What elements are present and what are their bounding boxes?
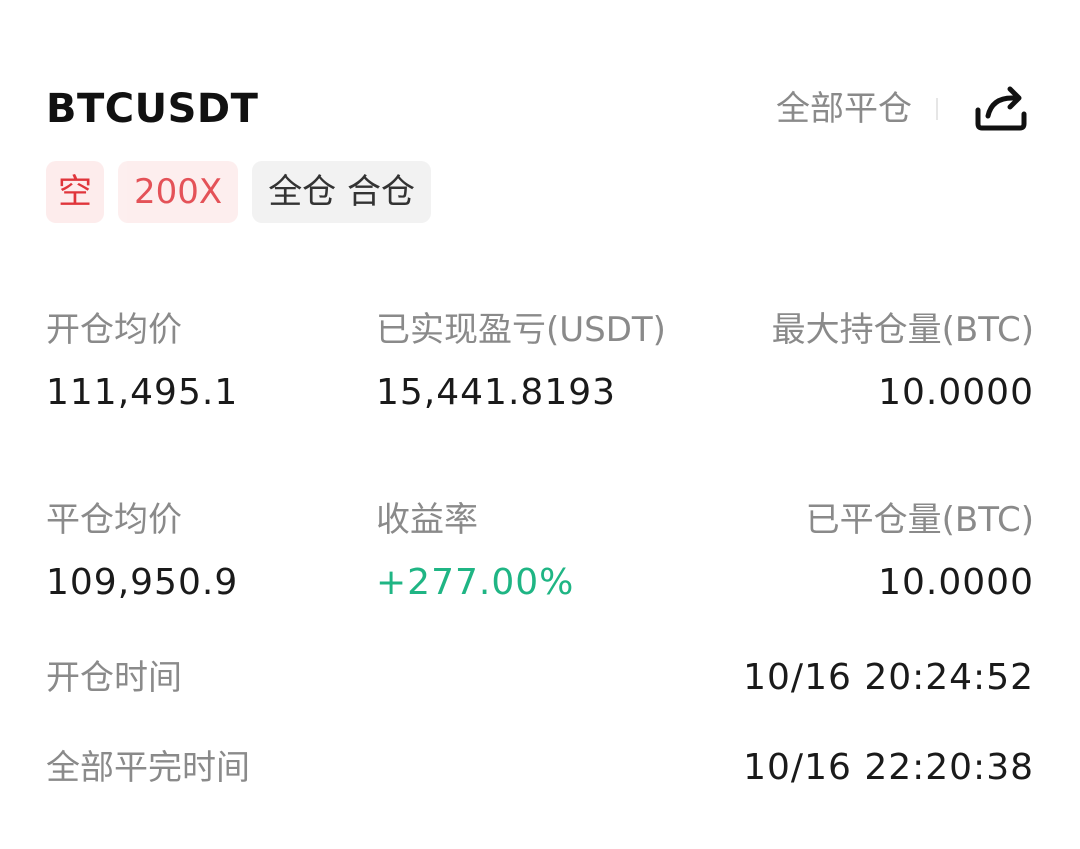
max-position-value: 10.0000: [878, 372, 1034, 413]
close-time-value: 10/16 22:20:38: [743, 747, 1034, 788]
close-all-button[interactable]: 全部平仓: [776, 84, 912, 134]
max-position-cell: 最大持仓量(BTC) 10.0000: [772, 300, 1034, 426]
realized-pnl-value: 15,441.8193: [376, 372, 617, 413]
realized-pnl-label: 已实现盈亏(USDT): [376, 310, 666, 350]
open-time-label: 开仓时间: [46, 658, 182, 698]
roi-value: +277.00%: [376, 562, 575, 603]
header-divider: [936, 98, 938, 120]
open-avg-price-value: 111,495.1: [46, 372, 239, 413]
margin-mode-badge: 全仓 合仓: [252, 161, 431, 223]
close-avg-price-cell: 平仓均价 109,950.9: [46, 490, 238, 616]
open-time-value: 10/16 20:24:52: [743, 657, 1034, 698]
stats-row-2: 平仓均价 109,950.9 收益率 +277.00% 已平仓量(BTC) 10…: [46, 490, 1034, 620]
closed-qty-label: 已平仓量(BTC): [805, 500, 1034, 540]
closed-qty-cell: 已平仓量(BTC) 10.0000: [806, 490, 1034, 616]
roi-label: 收益率: [376, 500, 478, 540]
side-badge: 空: [46, 161, 104, 223]
position-header: BTCUSDT 全部平仓: [46, 84, 1030, 134]
max-position-label: 最大持仓量(BTC): [771, 310, 1034, 350]
stats-row-1: 开仓均价 111,495.1 已实现盈亏(USDT) 15,441.8193 最…: [46, 300, 1034, 430]
closed-qty-value: 10.0000: [878, 562, 1034, 603]
close-avg-price-label: 平仓均价: [46, 500, 182, 540]
position-tags: 空 200X 全仓 合仓: [46, 160, 431, 224]
close-time-label: 全部平完时间: [46, 748, 250, 788]
close-time-row: 全部平完时间 10/16 22:20:38: [46, 738, 1034, 798]
open-avg-price-label: 开仓均价: [46, 310, 182, 350]
open-time-row: 开仓时间 10/16 20:24:52: [46, 648, 1034, 708]
share-icon[interactable]: [972, 84, 1030, 134]
roi-cell: 收益率 +277.00%: [376, 490, 574, 616]
close-avg-price-value: 109,950.9: [46, 562, 239, 603]
symbol-title: BTCUSDT: [46, 86, 259, 132]
leverage-badge: 200X: [118, 161, 239, 223]
realized-pnl-cell: 已实现盈亏(USDT) 15,441.8193: [376, 300, 666, 426]
open-avg-price-cell: 开仓均价 111,495.1: [46, 300, 238, 426]
